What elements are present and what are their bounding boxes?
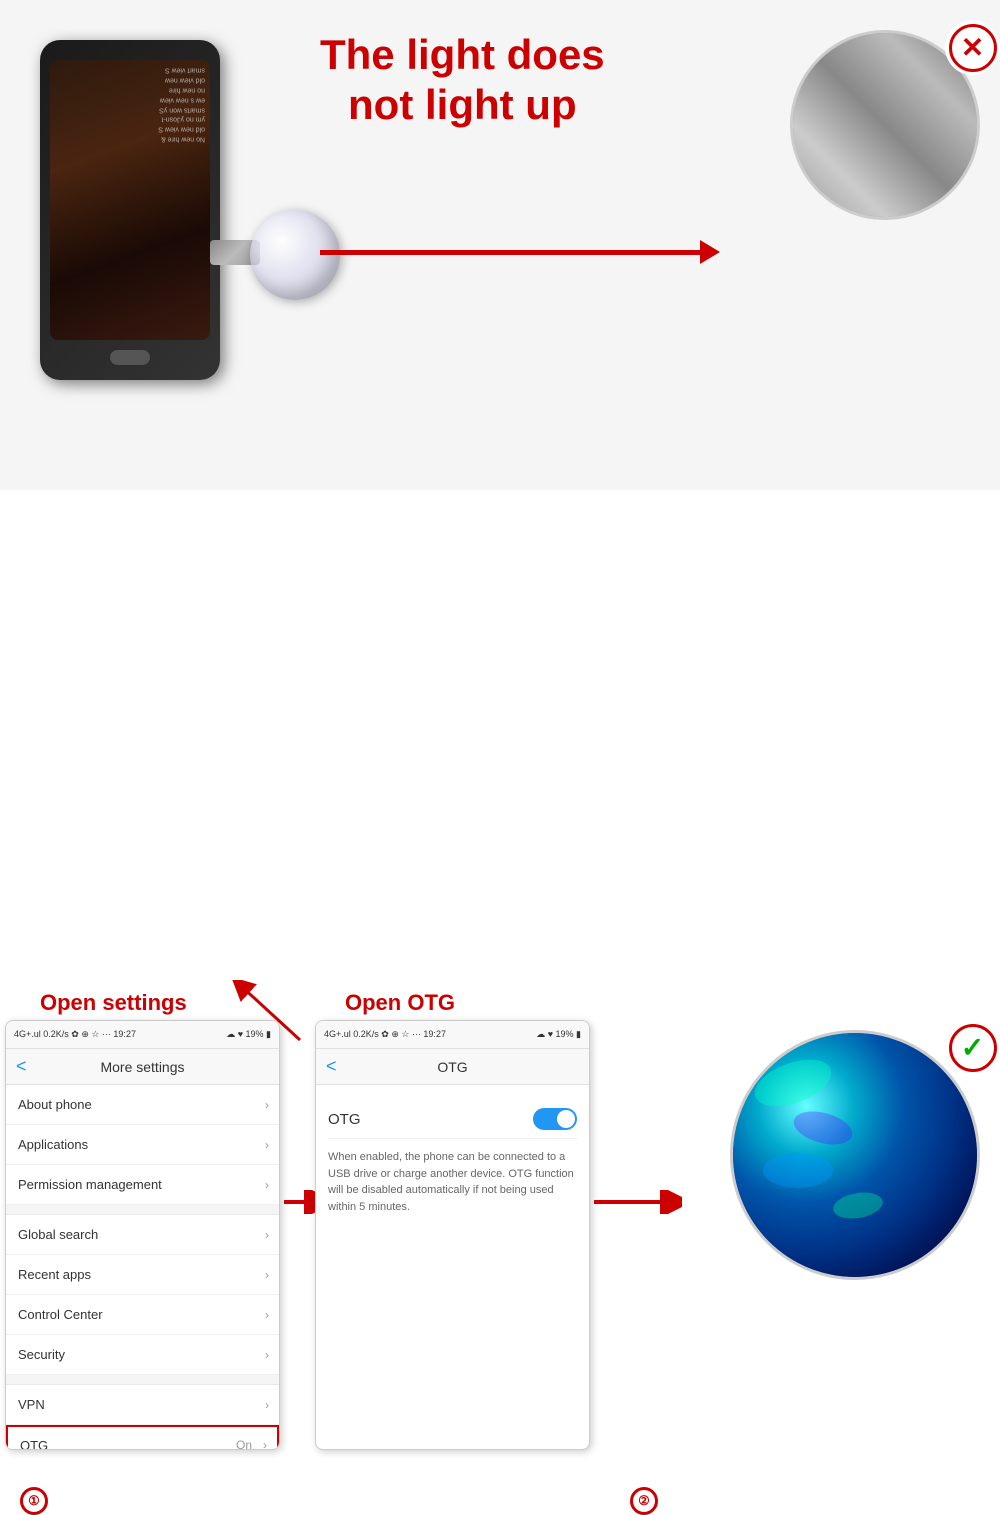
settings-item-recent-apps[interactable]: Recent apps › <box>6 1255 279 1295</box>
step2-label-container: ② Open OTG <box>315 990 455 1016</box>
chevron-icon: › <box>265 1228 269 1242</box>
arrow-to-bad-photo <box>320 240 720 264</box>
otg-toggle-switch[interactable] <box>533 1108 577 1130</box>
settings-status-bar: 4G+.ul 0.2K/s ✿ ⊕ ☆ ··· 19:27 ☁ ♥ 19% ▮ <box>6 1021 279 1049</box>
phone-with-crystal: No new hire & old new view S ym no yJosn… <box>20 30 260 410</box>
settings-divider-1 <box>6 1205 279 1215</box>
step2-circle: ② <box>630 1487 658 1515</box>
step1-circle: ① <box>20 1487 48 1515</box>
chevron-icon: › <box>265 1398 269 1412</box>
x-icon: ✕ <box>961 34 984 62</box>
settings-title-bar: < More settings <box>6 1049 279 1085</box>
step2-number: ② <box>638 1493 650 1509</box>
bad-result-container: ✕ <box>790 30 990 230</box>
no-sign-circle: ✕ <box>949 24 997 72</box>
otg-back-icon[interactable]: < <box>326 1056 337 1077</box>
settings-item-global-search[interactable]: Global search › <box>6 1215 279 1255</box>
yes-sign-circle: ✓ <box>949 1024 997 1072</box>
phone-body: No new hire & old new view S ym no yJosn… <box>40 40 220 380</box>
chevron-icon: › <box>265 1308 269 1322</box>
arrow-otg-to-good <box>592 1190 682 1214</box>
light-reflection-3 <box>763 1153 833 1188</box>
yes-sign: ✓ <box>945 1020 1000 1075</box>
step2-text: Open OTG <box>345 990 455 1016</box>
settings-list: About phone › Applications › Permission … <box>6 1085 279 1450</box>
headline-line1: The light does <box>320 30 605 80</box>
good-photo-interior <box>733 1033 977 1277</box>
settings-item-about-phone[interactable]: About phone › <box>6 1085 279 1125</box>
step1-number: ① <box>28 1493 40 1509</box>
otg-on-label: On <box>236 1438 252 1450</box>
chevron-icon: › <box>265 1268 269 1282</box>
otg-phone-screen: 4G+.ul 0.2K/s ✿ ⊕ ☆ ··· 19:27 ☁ ♥ 19% ▮ … <box>315 1020 590 1450</box>
chevron-icon: › <box>263 1438 267 1450</box>
otg-title-bar: < OTG <box>316 1049 589 1085</box>
check-icon: ✓ <box>961 1031 984 1064</box>
toggle-knob <box>557 1110 575 1128</box>
settings-title: More settings <box>100 1059 184 1075</box>
otg-description-text: When enabled, the phone can be connected… <box>328 1149 577 1215</box>
otg-toggle-label: OTG <box>328 1111 361 1128</box>
otg-content: OTG When enabled, the phone can be conne… <box>316 1085 589 1230</box>
arrow-head <box>700 240 720 264</box>
settings-item-security[interactable]: Security › <box>6 1335 279 1375</box>
chevron-icon: › <box>265 1098 269 1112</box>
otg-status-right: ☁ ♥ 19% ▮ <box>536 1029 581 1040</box>
chevron-icon: › <box>265 1348 269 1362</box>
chevron-icon: › <box>265 1178 269 1192</box>
otg-status-left: 4G+.ul 0.2K/s ✿ ⊕ ☆ ··· 19:27 <box>324 1029 446 1040</box>
arrow-line <box>320 250 700 255</box>
step1-label-container: ① Open settings <box>10 990 187 1016</box>
phone-home-button <box>110 350 150 365</box>
step1-text: Open settings <box>40 990 187 1016</box>
settings-phone-screen: 4G+.ul 0.2K/s ✿ ⊕ ☆ ··· 19:27 ☁ ♥ 19% ▮ … <box>5 1020 280 1450</box>
good-result-photo <box>730 1030 980 1280</box>
phone-screen: No new hire & old new view S ym no yJosn… <box>50 60 210 340</box>
settings-item-applications[interactable]: Applications › <box>6 1125 279 1165</box>
top-section: The light does not light up No new hire … <box>0 0 1000 490</box>
settings-divider-2 <box>6 1375 279 1385</box>
settings-back-icon[interactable]: < <box>16 1056 27 1077</box>
bottom-section: ① Open settings ② Open OTG 4G+.ul 0.2K/s… <box>0 490 1000 1000</box>
settings-status-left: 4G+.ul 0.2K/s ✿ ⊕ ☆ ··· 19:27 <box>14 1029 136 1040</box>
settings-status-right: ☁ ♥ 19% ▮ <box>226 1029 271 1040</box>
otg-status-bar: 4G+.ul 0.2K/s ✿ ⊕ ☆ ··· 19:27 ☁ ♥ 19% ▮ <box>316 1021 589 1049</box>
settings-item-control-center[interactable]: Control Center › <box>6 1295 279 1335</box>
crystal-usb-light <box>210 210 350 330</box>
settings-item-permission-management[interactable]: Permission management › <box>6 1165 279 1205</box>
chevron-icon: › <box>265 1138 269 1152</box>
settings-item-vpn[interactable]: VPN › <box>6 1385 279 1425</box>
phone-screen-content: No new hire & old new view S ym no yJosn… <box>50 60 210 148</box>
otg-title: OTG <box>437 1059 467 1075</box>
settings-item-otg[interactable]: OTG On › <box>6 1425 279 1450</box>
headline: The light does not light up <box>320 30 605 131</box>
no-sign: ✕ <box>945 20 1000 75</box>
otg-toggle-row: OTG <box>328 1100 577 1139</box>
good-result-container: ✓ <box>730 1030 990 1290</box>
headline-line2: not light up <box>320 80 605 130</box>
